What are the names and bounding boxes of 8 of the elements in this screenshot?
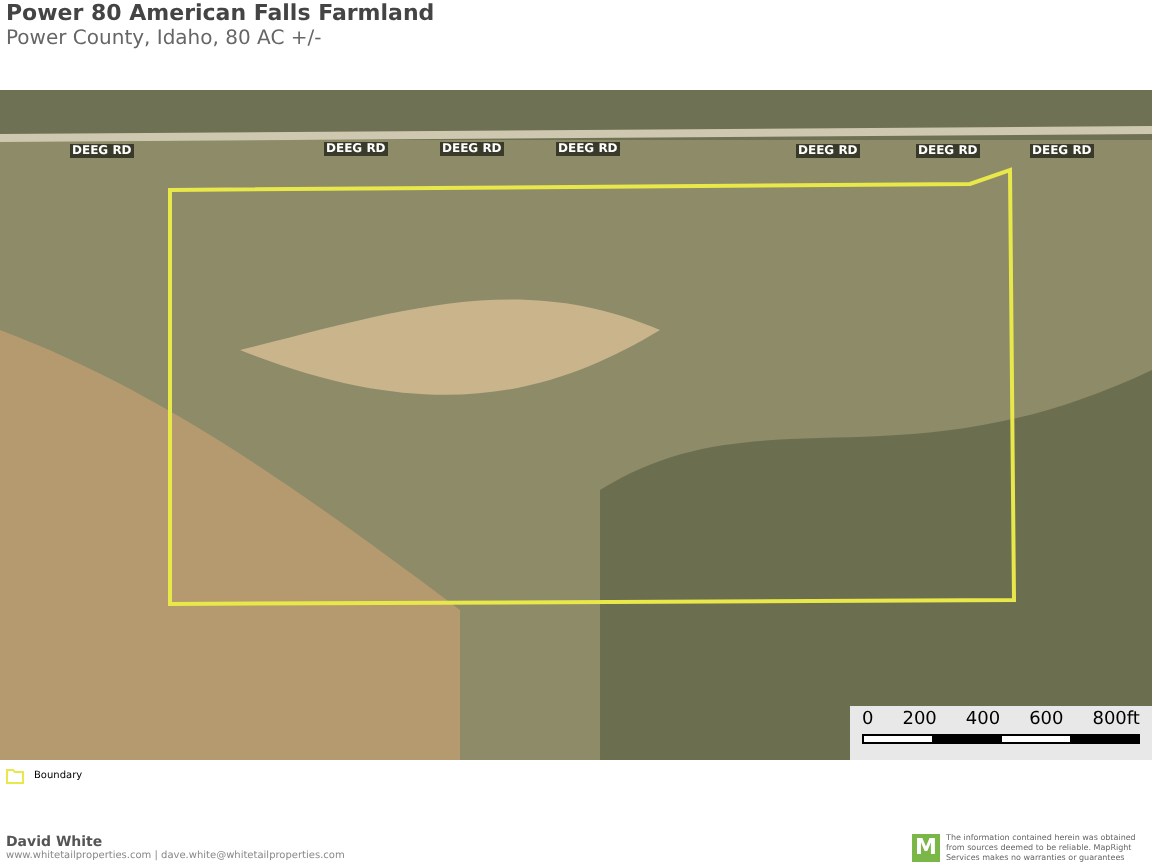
scale-label: 400 — [965, 710, 1001, 732]
map-subtitle: Power County, Idaho, 80 AC +/- — [6, 26, 322, 54]
scale-label: 0 — [862, 710, 874, 732]
map-title: Power 80 American Falls Farmland — [6, 0, 435, 26]
logo: M — [912, 833, 940, 861]
scale-label: 600 — [1029, 710, 1064, 732]
scale-label: 200 — [902, 710, 937, 732]
scale-label: 800ft — [1092, 710, 1140, 732]
